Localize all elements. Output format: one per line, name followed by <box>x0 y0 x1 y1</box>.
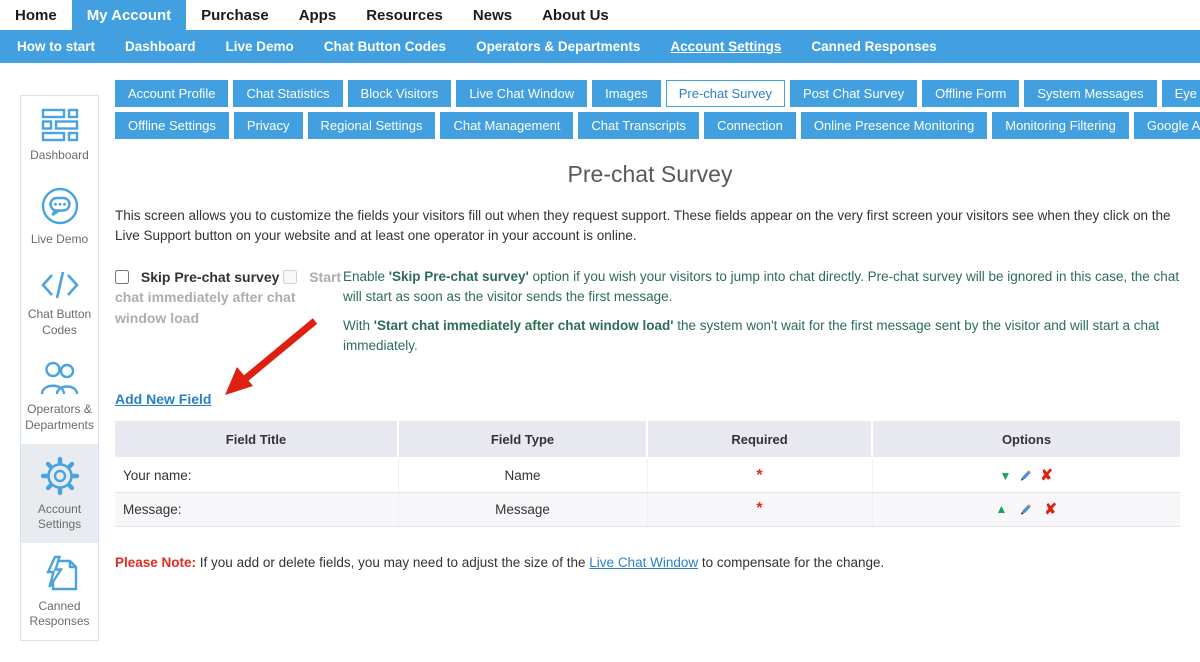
with-note: With 'Start chat immediately after chat … <box>343 316 1185 355</box>
required-asterisk: * <box>756 467 762 484</box>
subnav-item-dashboard[interactable]: Dashboard <box>110 39 211 54</box>
add-field-section: Add New Field <box>115 391 1185 411</box>
survey-help-text: Enable 'Skip Pre-chat survey' option if … <box>343 267 1185 355</box>
header-required: Required <box>647 421 872 458</box>
tab-account-profile[interactable]: Account Profile <box>115 80 228 107</box>
topnav-item-about-us[interactable]: About Us <box>527 0 624 30</box>
delete-icon[interactable]: ✘ <box>1044 502 1057 517</box>
gear-icon <box>40 456 80 496</box>
tab-chat-statistics[interactable]: Chat Statistics <box>233 80 342 107</box>
sidebar-item-operators-departments[interactable]: Operators & Departments <box>21 348 98 443</box>
code-icon <box>40 269 80 301</box>
sidebar-item-label: Operators & Departments <box>24 402 95 433</box>
header-field-title: Field Title <box>115 421 398 458</box>
edit-pencil-icon[interactable] <box>1018 468 1033 483</box>
subnav-item-how-to-start[interactable]: How to start <box>2 39 110 54</box>
sidebar-item-live-demo[interactable]: Live Demo <box>21 174 98 258</box>
table-header-row: Field Title Field Type Required Options <box>115 421 1180 458</box>
tab-system-messages[interactable]: System Messages <box>1024 80 1156 107</box>
sidebar-item-label: Canned Responses <box>24 599 95 630</box>
topnav-item-my-account[interactable]: My Account <box>72 0 186 30</box>
topnav-item-home[interactable]: Home <box>0 0 72 30</box>
sidebar-item-canned-responses[interactable]: Canned Responses <box>21 543 98 640</box>
survey-checkboxes: Skip Pre-chat survey Start chat immediat… <box>115 267 343 355</box>
required-cell: * <box>647 492 872 526</box>
live-chat-window-link[interactable]: Live Chat Window <box>589 555 698 570</box>
topnav-item-news[interactable]: News <box>458 0 527 30</box>
tab-images[interactable]: Images <box>592 80 661 107</box>
main-content: Account Profile Chat Statistics Block Vi… <box>115 80 1185 570</box>
subnav-item-live-demo[interactable]: Live Demo <box>211 39 309 54</box>
topnav-item-purchase[interactable]: Purchase <box>186 0 284 30</box>
survey-options: Skip Pre-chat survey Start chat immediat… <box>115 267 1185 355</box>
table-row: Your name: Name * ▼ <box>115 458 1180 492</box>
dashboard-icon <box>41 108 79 142</box>
tab-post-chat-survey[interactable]: Post Chat Survey <box>790 80 917 107</box>
tab-monitoring-filtering[interactable]: Monitoring Filtering <box>992 112 1129 139</box>
required-asterisk: * <box>756 500 762 517</box>
move-up-icon[interactable]: ▲ <box>996 503 1008 515</box>
tab-offline-settings[interactable]: Offline Settings <box>115 112 229 139</box>
tab-connection[interactable]: Connection <box>704 112 796 139</box>
field-type-cell: Name <box>398 458 647 492</box>
sidebar-item-label: Chat Button Codes <box>24 307 95 338</box>
sidebar-item-dashboard[interactable]: Dashboard <box>21 96 98 174</box>
chat-bubble-icon <box>40 186 80 226</box>
tab-chat-management[interactable]: Chat Management <box>440 112 573 139</box>
please-note-label: Please Note: <box>115 555 196 570</box>
subnav-item-chat-button-codes[interactable]: Chat Button Codes <box>309 39 461 54</box>
header-options: Options <box>872 421 1180 458</box>
required-cell: * <box>647 458 872 492</box>
subnav-item-operators-departments[interactable]: Operators & Departments <box>461 39 655 54</box>
delete-icon[interactable]: ✘ <box>1040 468 1053 483</box>
enable-note: Enable 'Skip Pre-chat survey' option if … <box>343 267 1185 306</box>
tab-privacy[interactable]: Privacy <box>234 112 303 139</box>
tab-google-analytics[interactable]: Google Analytics <box>1134 112 1200 139</box>
field-title-cell: Your name: <box>115 458 398 492</box>
top-nav: Home My Account Purchase Apps Resources … <box>0 0 1200 30</box>
lightning-page-icon <box>40 555 80 593</box>
subnav-item-account-settings[interactable]: Account Settings <box>655 39 796 54</box>
sidebar: Dashboard Live Demo <box>20 95 99 641</box>
intro-text: This screen allows you to customize the … <box>115 206 1185 245</box>
please-note: Please Note: If you add or delete fields… <box>115 555 1185 570</box>
sidebar-item-label: Live Demo <box>31 232 88 248</box>
edit-pencil-icon[interactable] <box>1018 502 1033 517</box>
tab-block-visitors[interactable]: Block Visitors <box>348 80 452 107</box>
tab-online-presence-monitoring[interactable]: Online Presence Monitoring <box>801 112 987 139</box>
options-cell: ▲ ✘ <box>872 492 1180 526</box>
settings-tabs-row-2: Offline Settings Privacy Regional Settin… <box>115 112 1185 139</box>
page-title: Pre-chat Survey <box>115 161 1185 188</box>
sidebar-item-chat-button-codes[interactable]: Chat Button Codes <box>21 257 98 348</box>
table-row: Message: Message * ▲ <box>115 492 1180 526</box>
subnav-item-canned-responses[interactable]: Canned Responses <box>796 39 951 54</box>
add-new-field-link[interactable]: Add New Field <box>115 391 211 407</box>
skip-prechat-checkbox-row: Skip Pre-chat survey <box>115 269 283 285</box>
options-cell: ▼ ✘ <box>872 458 1180 492</box>
sidebar-item-label: Account Settings <box>24 502 95 533</box>
page: Home My Account Purchase Apps Resources … <box>0 0 1200 662</box>
skip-prechat-checkbox[interactable] <box>115 270 129 284</box>
tab-offline-form[interactable]: Offline Form <box>922 80 1019 107</box>
prechat-fields-table: Field Title Field Type Required Options … <box>115 421 1180 527</box>
sidebar-item-label: Dashboard <box>30 148 89 164</box>
tab-chat-transcripts[interactable]: Chat Transcripts <box>578 112 699 139</box>
topnav-item-apps[interactable]: Apps <box>284 0 352 30</box>
tab-live-chat-window[interactable]: Live Chat Window <box>456 80 587 107</box>
tab-pre-chat-survey[interactable]: Pre-chat Survey <box>666 80 785 107</box>
field-type-cell: Message <box>398 492 647 526</box>
people-icon <box>40 360 80 396</box>
skip-prechat-label: Skip Pre-chat survey <box>141 269 280 285</box>
settings-tabs-row-1: Account Profile Chat Statistics Block Vi… <box>115 80 1185 107</box>
tab-regional-settings[interactable]: Regional Settings <box>308 112 436 139</box>
header-field-type: Field Type <box>398 421 647 458</box>
sidebar-item-account-settings[interactable]: Account Settings <box>21 444 98 543</box>
topnav-item-resources[interactable]: Resources <box>351 0 458 30</box>
sub-nav: How to start Dashboard Live Demo Chat Bu… <box>0 30 1200 63</box>
field-title-cell: Message: <box>115 492 398 526</box>
start-chat-checkbox <box>283 270 297 284</box>
move-down-icon[interactable]: ▼ <box>1000 470 1012 482</box>
tab-eye-catcher[interactable]: Eye Catcher <box>1162 80 1200 107</box>
